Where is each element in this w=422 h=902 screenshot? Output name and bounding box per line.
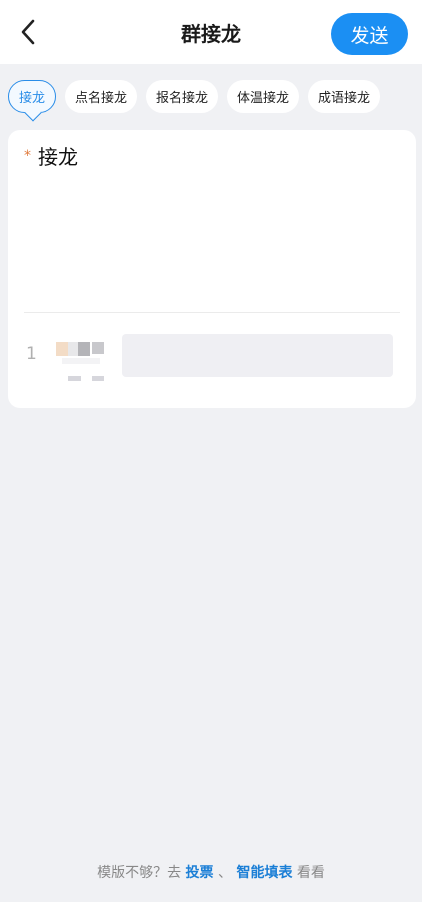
chip-label: 接龙: [18, 91, 45, 106]
jielong-card: * 接龙 1: [8, 130, 416, 408]
smart-form-link[interactable]: 智能填表: [236, 865, 292, 881]
vote-link[interactable]: 投票: [186, 865, 214, 881]
footer-separator: 、: [218, 865, 232, 881]
required-mark: *: [24, 148, 31, 164]
avatar: [56, 340, 108, 388]
divider: [24, 312, 400, 313]
entry-index: 1: [26, 344, 37, 364]
field-label[interactable]: 接龙: [38, 141, 78, 170]
template-chips: 接龙 点名接龙 报名接龙 体温接龙 成语接龙: [8, 80, 381, 122]
send-button[interactable]: 发送: [331, 13, 408, 55]
footer-prefix: 模版不够？去: [97, 865, 182, 881]
chip-pointer: [24, 104, 42, 122]
chip-jielong[interactable]: 接龙: [8, 80, 56, 122]
chip-idiom[interactable]: 成语接龙: [308, 80, 381, 113]
top-bar: 群接龙 发送: [0, 0, 422, 64]
footer-suffix: 看看: [296, 865, 325, 881]
chip-roll-call[interactable]: 点名接龙: [65, 80, 138, 113]
chip-signup[interactable]: 报名接龙: [146, 80, 219, 113]
entry-input[interactable]: [122, 334, 393, 377]
chip-temperature[interactable]: 体温接龙: [227, 80, 300, 113]
footer-hint: 模版不够？去 投票 、 智能填表 看看: [0, 862, 422, 882]
